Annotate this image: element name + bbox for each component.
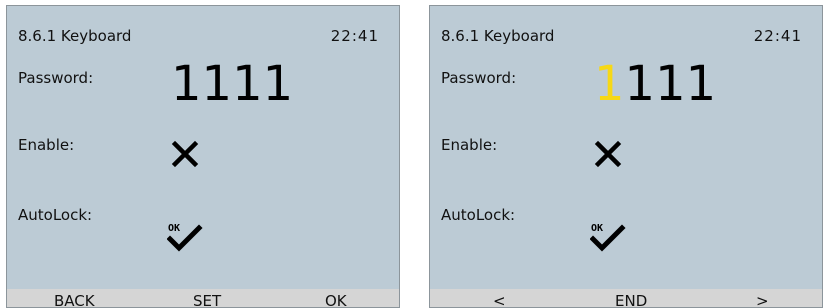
enable-label: Enable: xyxy=(441,136,498,154)
end-softkey[interactable]: END xyxy=(615,292,647,307)
prev-softkey[interactable]: < xyxy=(493,292,506,307)
password-label: Password: xyxy=(18,69,94,87)
password-remaining-digits: 111 xyxy=(624,56,717,112)
autolock-label: AutoLock: xyxy=(441,206,516,224)
password-label: Password: xyxy=(441,69,517,87)
set-softkey[interactable]: SET xyxy=(193,292,221,307)
back-softkey[interactable]: BACK xyxy=(54,292,95,307)
cross-icon[interactable] xyxy=(169,138,201,170)
autolock-label: AutoLock: xyxy=(18,206,93,224)
screen-title: 8.6.1 Keyboard xyxy=(441,27,555,45)
screen-password-view: 8.6.1 Keyboard 22:41 Password: 1111 Enab… xyxy=(6,5,400,308)
clock-time: 22:41 xyxy=(330,27,379,45)
password-field[interactable]: 1111 xyxy=(594,58,716,110)
ok-check-icon[interactable]: OK xyxy=(590,220,630,252)
softkey-bar: BACK SET OK xyxy=(7,289,399,307)
cross-icon[interactable] xyxy=(592,138,624,170)
svg-text:OK: OK xyxy=(591,223,603,234)
screen-title: 8.6.1 Keyboard xyxy=(18,27,132,45)
svg-text:OK: OK xyxy=(168,223,180,234)
cursor-digit[interactable]: 1 xyxy=(594,56,625,112)
clock-time: 22:41 xyxy=(753,27,802,45)
next-softkey[interactable]: > xyxy=(756,292,769,307)
ok-softkey[interactable]: OK xyxy=(325,292,347,307)
ok-check-icon[interactable]: OK xyxy=(167,220,207,252)
password-field[interactable]: 1111 xyxy=(171,58,293,110)
enable-label: Enable: xyxy=(18,136,75,154)
softkey-bar: < END > xyxy=(430,289,822,307)
screen-password-edit: 8.6.1 Keyboard 22:41 Password: 1111 Enab… xyxy=(429,5,823,308)
